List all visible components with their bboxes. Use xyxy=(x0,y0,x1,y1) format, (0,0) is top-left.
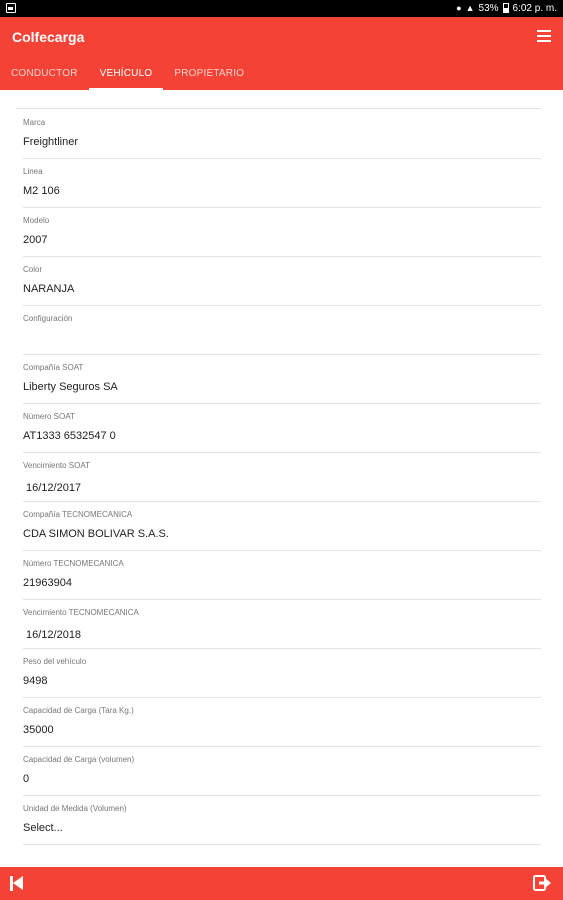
field-capacidad-tara[interactable]: Capacidad de Carga (Tara Kg.) 35000 xyxy=(23,698,541,747)
status-bar: ● ▲ 53% 6:02 p. m. xyxy=(0,0,563,17)
field-compania-soat[interactable]: Compañía SOAT Liberty Seguros SA xyxy=(23,355,541,404)
app-title: Colfecarga xyxy=(12,29,85,45)
field-vencimiento-tecnomecanica[interactable]: Vencimiento TECNOMECANICA 16/12/2018 xyxy=(23,600,541,649)
logout-icon[interactable] xyxy=(533,875,551,891)
tab-propietario[interactable]: PROPIETARIO xyxy=(163,57,255,90)
tab-conductor[interactable]: CONDUCTOR xyxy=(0,57,89,90)
field-modelo[interactable]: Modelo 2007 xyxy=(23,208,541,257)
hamburger-menu-icon[interactable] xyxy=(537,30,551,42)
field-label: Color xyxy=(23,265,43,274)
field-numero-tecnomecanica[interactable]: Número TECNOMECANICA 21963904 xyxy=(23,551,541,600)
field-value: 16/12/2017 xyxy=(26,482,82,494)
tab-vehiculo[interactable]: VEHÍCULO xyxy=(88,57,164,90)
field-value: Liberty Seguros SA xyxy=(23,381,118,393)
field-label: Linea xyxy=(23,167,43,176)
battery-icon xyxy=(502,3,509,13)
select-value: Select... xyxy=(23,822,63,834)
field-linea[interactable]: Linea M2 106 xyxy=(23,159,541,208)
field-label: Marca xyxy=(23,118,46,127)
field-configuracion[interactable]: Configuración xyxy=(23,306,541,355)
field-marca[interactable]: Marca Freightliner xyxy=(23,110,541,159)
gallery-notification-icon xyxy=(6,3,16,13)
field-label: Vencimiento TECNOMECANICA xyxy=(23,608,139,617)
field-value: 0 xyxy=(23,773,30,785)
field-value: 35000 xyxy=(23,724,54,736)
field-label: Compañía TECNOMECANICA xyxy=(23,510,133,519)
field-compania-tecnomecanica[interactable]: Compañía TECNOMECANICA CDA SIMON BOLIVAR… xyxy=(23,502,541,551)
field-label: Peso del vehículo xyxy=(23,657,87,666)
field-label: Configuración xyxy=(23,314,73,323)
field-capacidad-volumen[interactable]: Capacidad de Carga (volumen) 0 xyxy=(23,747,541,796)
field-value: AT1333 6532547 0 xyxy=(23,430,116,442)
bottom-bar xyxy=(0,867,563,900)
field-value: NARANJA xyxy=(23,283,75,295)
vehicle-details-form: Marca Freightliner Linea M2 106 Modelo 2… xyxy=(0,90,563,867)
field-color[interactable]: Color NARANJA xyxy=(23,257,541,306)
field-value: 16/12/2018 xyxy=(26,629,82,641)
field-value: CDA SIMON BOLIVAR S.A.S. xyxy=(23,528,169,540)
field-value: 9498 xyxy=(23,675,48,687)
wifi-icon: ▲ xyxy=(465,3,475,13)
field-label: Unidad de Medida (Volumen) xyxy=(23,804,127,813)
field-vencimiento-soat[interactable]: Vencimiento SOAT 16/12/2017 xyxy=(23,453,541,502)
tab-bar: CONDUCTOR VEHÍCULO PROPIETARIO xyxy=(0,57,255,90)
clock: 6:02 p. m. xyxy=(512,2,557,14)
field-label: Compañía SOAT xyxy=(23,363,84,372)
status-indicators: ● ▲ 53% 6:02 p. m. xyxy=(456,2,557,14)
field-label: Modelo xyxy=(23,216,50,225)
field-value: Freightliner xyxy=(23,136,79,148)
field-value: M2 106 xyxy=(23,185,60,197)
field-numero-soat[interactable]: Número SOAT AT1333 6532547 0 xyxy=(23,404,541,453)
skip-to-first-icon[interactable] xyxy=(10,876,24,891)
field-label: Vencimiento SOAT xyxy=(23,461,90,470)
field-peso-vehiculo[interactable]: Peso del vehículo 9498 xyxy=(23,649,541,698)
field-label: Capacidad de Carga (Tara Kg.) xyxy=(23,706,134,715)
divider xyxy=(16,108,541,109)
battery-percent: 53% xyxy=(478,2,499,14)
field-label: Número TECNOMECANICA xyxy=(23,559,124,568)
field-value: 2007 xyxy=(23,234,48,246)
field-value: 21963904 xyxy=(23,577,72,589)
app-bar: Colfecarga CONDUCTOR VEHÍCULO PROPIETARI… xyxy=(0,17,563,90)
field-label: Capacidad de Carga (volumen) xyxy=(23,755,135,764)
location-icon: ● xyxy=(456,3,462,13)
field-label: Número SOAT xyxy=(23,412,75,421)
field-unidad-medida-select[interactable]: Unidad de Medida (Volumen) Select... xyxy=(23,796,541,845)
